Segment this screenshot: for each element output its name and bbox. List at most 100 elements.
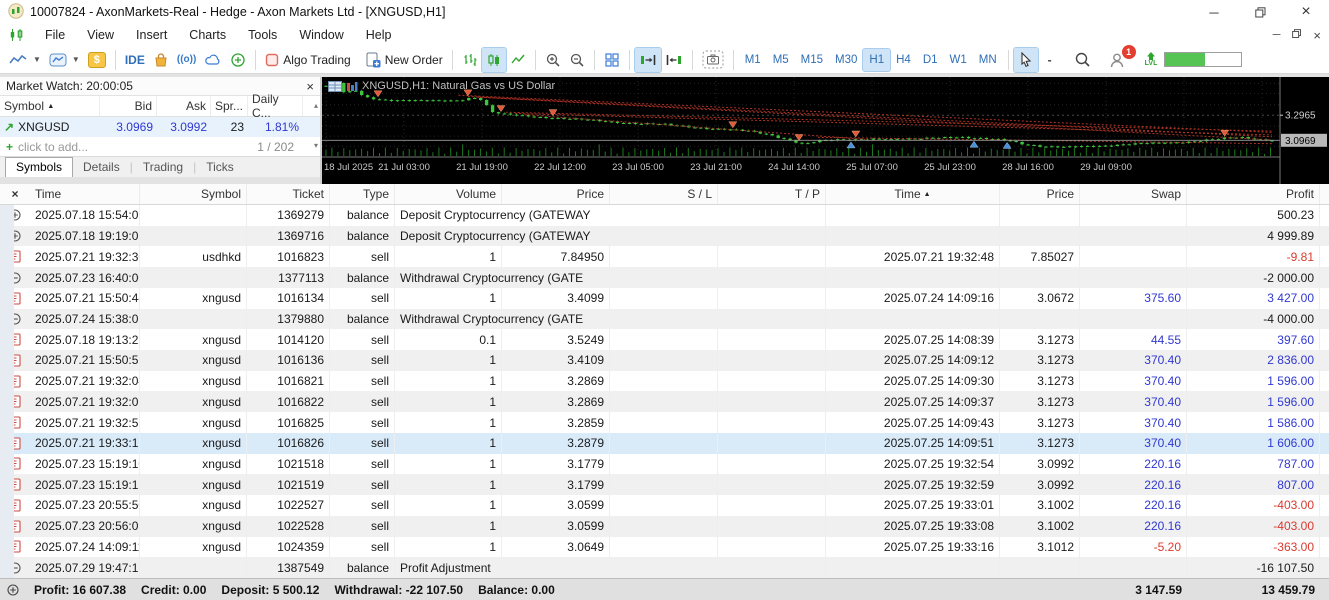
table-row[interactable]: 2025.07.23 15:19:10 xngusd 1021518 sell1… [0,454,1329,475]
withdrawal-icon [9,313,21,325]
menu-insert[interactable]: Insert [125,28,178,42]
tab-trading[interactable]: Trading [133,158,193,177]
timeframe-h1[interactable]: H1 [863,49,890,71]
zoom-out-button[interactable] [565,48,589,72]
col-tp[interactable]: T / P [718,184,826,204]
market-button[interactable] [149,48,173,72]
screenshot-button[interactable] [698,48,728,72]
cell-swap: 370.40 [1080,350,1187,371]
cell-volume: 1 [395,391,502,412]
tab-symbols[interactable]: Symbols [5,157,73,177]
col-type[interactable]: Type [330,184,395,204]
algo-trading-button[interactable]: Algo Trading [261,48,354,72]
toolbox-close-icon[interactable]: × [11,187,18,201]
minimize-button[interactable]: ─ [1191,0,1237,24]
col-volume[interactable]: Volume [395,184,502,204]
profiles-button[interactable]: ▼ [45,48,84,72]
table-row[interactable]: 2025.07.21 19:32:30 usdhkd 1016823 sell1… [0,246,1329,267]
table-row[interactable]: 2025.07.24 14:09:11 xngusd 1024359 sell1… [0,537,1329,558]
table-row[interactable]: 2025.07.18 19:19:02 1369716 balanceDepos… [0,226,1329,247]
level-indicator: LVL [1145,52,1158,67]
scroll-up-icon[interactable]: ▴ [314,101,318,110]
tile-windows-button[interactable] [600,48,624,72]
level-progress-fill [1165,53,1205,66]
tab-ticks[interactable]: Ticks [196,158,244,177]
chart-panel[interactable]: XNGUSD,H1: Natural Gas vs US Dollar 3.29… [322,77,1329,184]
table-row[interactable]: 2025.07.21 19:33:17 xngusd 1016826 sell1… [0,433,1329,454]
col-open-time[interactable]: Time [30,184,140,204]
col-symbol[interactable]: Symbol [140,184,247,204]
table-row[interactable]: 2025.07.21 15:50:56 xngusd 1016136 sell1… [0,350,1329,371]
vps-cloud-button[interactable] [200,48,226,72]
symbol-row-xngusd[interactable]: ↗XNGUSD 3.0969 3.0992 23 1.81% [0,117,320,137]
menu-window[interactable]: Window [288,28,354,42]
market-watch-close-icon[interactable]: × [306,79,314,94]
line-style-button[interactable] [506,48,530,72]
timeframe-mn[interactable]: MN [973,49,1003,71]
click-to-add-row[interactable]: + click to add... 1 / 202 [0,137,320,156]
cell-symbol: xngusd [140,454,247,475]
timeframe-m5[interactable]: M5 [767,49,795,71]
mdi-minimize-button[interactable]: ─ [1273,29,1281,41]
mw-col-bid[interactable]: Bid [100,96,157,116]
timeframe-w1[interactable]: W1 [944,49,973,71]
search-button[interactable] [1070,48,1095,72]
timeframe-m30[interactable]: M30 [829,49,863,71]
mdi-close-button[interactable]: × [1313,28,1321,43]
table-row[interactable]: 2025.07.18 15:54:02 1369279 balanceDepos… [0,205,1329,226]
col-ticket[interactable]: Ticket [247,184,330,204]
auto-scroll-button[interactable] [635,48,661,72]
economic-calendar-button[interactable]: $ [84,48,110,72]
table-row[interactable]: 2025.07.21 19:32:09 xngusd 1016822 sell1… [0,391,1329,412]
menu-help[interactable]: Help [355,28,403,42]
signals-button[interactable]: ((o)) [173,48,200,72]
timeframe-m15[interactable]: M15 [795,49,829,71]
cell-volume: 1 [395,350,502,371]
zoom-in-button[interactable] [541,48,565,72]
table-row[interactable]: 2025.07.23 15:19:16 xngusd 1021519 sell1… [0,474,1329,495]
col-profit[interactable]: Profit [1187,184,1320,204]
cursor-tool-button[interactable] [1014,48,1038,72]
mw-col-daily[interactable]: Daily C... [248,96,303,116]
table-row[interactable]: 2025.07.18 19:13:22 xngusd 1014120 sell0… [0,329,1329,350]
close-button[interactable]: × [1283,0,1329,24]
scroll-down-icon[interactable]: ▾ [314,141,318,150]
menu-view[interactable]: View [76,28,125,42]
table-row[interactable]: 2025.07.21 19:32:04 xngusd 1016821 sell1… [0,371,1329,392]
table-row[interactable]: 2025.07.23 16:40:00 1377113 balanceWithd… [0,267,1329,288]
crosshair-dash-button[interactable]: - [1038,48,1062,72]
menu-file[interactable]: File [34,28,76,42]
col-sl[interactable]: S / L [610,184,718,204]
table-row[interactable]: 2025.07.23 20:55:50 xngusd 1022527 sell1… [0,495,1329,516]
table-row[interactable]: 2025.07.29 19:47:13 1387549 balanceProfi… [0,557,1329,578]
timeframe-m1[interactable]: M1 [739,49,767,71]
col-close-price[interactable]: Price [1000,184,1080,204]
notifications-button[interactable]: 1 [1105,48,1131,72]
mw-col-spread[interactable]: Spr... [211,96,248,116]
restore-button[interactable] [1237,0,1283,24]
bar-chart-style-button[interactable] [458,48,482,72]
candlestick-style-button[interactable] [482,48,506,72]
table-row[interactable]: 2025.07.24 15:38:02 1379880 balanceWithd… [0,309,1329,330]
col-close-time[interactable]: Time▲ [826,184,1000,204]
metaeditor-button[interactable]: IDE [121,48,149,72]
menu-charts[interactable]: Charts [178,28,237,42]
col-price[interactable]: Price [502,184,610,204]
new-order-button[interactable]: New Order [361,48,447,72]
tab-details[interactable]: Details [73,158,130,177]
col-swap[interactable]: Swap [1080,184,1187,204]
timeframe-h4[interactable]: H4 [890,49,917,71]
chart-type-button[interactable]: ▼ [4,48,45,72]
chart-shift-button[interactable] [661,48,687,72]
table-row[interactable]: 2025.07.21 19:32:56 xngusd 1016825 sell1… [0,412,1329,433]
cell-type: sell [330,246,395,267]
table-row[interactable]: 2025.07.23 20:56:09 xngusd 1022528 sell1… [0,516,1329,537]
mw-col-ask[interactable]: Ask [157,96,211,116]
mw-col-symbol[interactable]: Symbol ▲ [0,96,100,116]
mdi-restore-button[interactable] [1292,29,1301,41]
timeframe-d1[interactable]: D1 [917,49,944,71]
menu-tools[interactable]: Tools [237,28,288,42]
community-button[interactable] [226,48,250,72]
table-row[interactable]: 2025.07.21 15:50:44 xngusd 1016134 sell1… [0,288,1329,309]
cell-sl [610,371,718,392]
